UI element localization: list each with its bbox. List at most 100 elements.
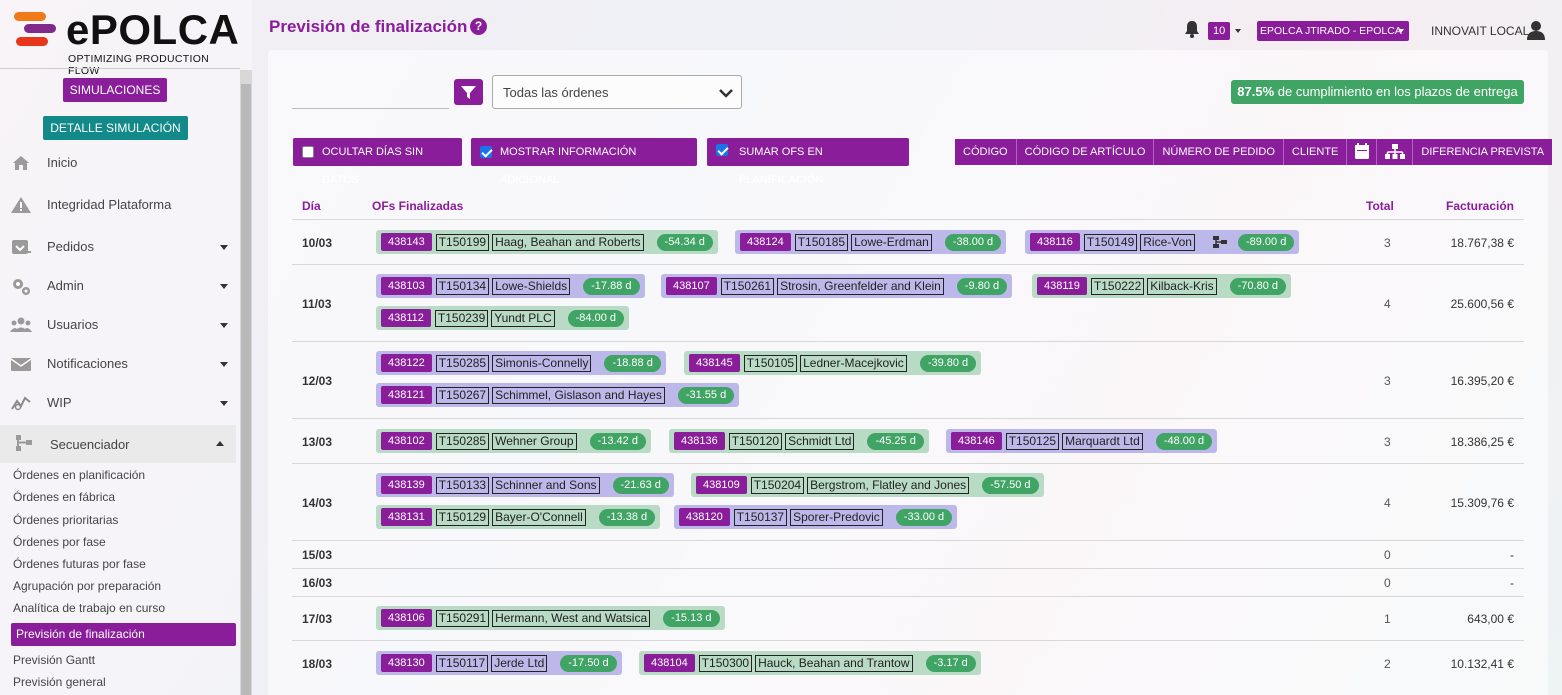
of-chip[interactable]: 438112 T150239 Yundt PLC -84.00 d <box>376 306 630 330</box>
sort-codigo-button[interactable]: CÓDIGO <box>955 139 1017 165</box>
row-day: 10/03 <box>302 236 333 250</box>
checkbox-unchecked[interactable] <box>302 146 314 158</box>
of-code[interactable]: 438107 <box>666 277 717 295</box>
of-code[interactable]: 438112 <box>381 309 431 327</box>
of-article: T150129 <box>435 508 490 526</box>
gears-icon <box>13 279 30 295</box>
of-client: Yundt PLC <box>491 309 555 327</box>
row-facturacion: - <box>1510 576 1514 590</box>
of-code[interactable]: 438136 <box>674 432 725 450</box>
sub-item-ordenes-prioritarias[interactable]: Órdenes prioritarias <box>13 513 118 527</box>
of-chip[interactable]: 438136 T150120 Schmidt Ltd -45.25 d <box>669 429 929 453</box>
of-chip[interactable]: 438103 T150134 Lowe-Shields -17.88 d <box>376 274 645 298</box>
checkbox-checked[interactable] <box>480 146 492 158</box>
sidebar-item-wip[interactable]: WIP <box>0 385 240 421</box>
sort-cliente-button[interactable]: CLIENTE <box>1283 139 1348 165</box>
chevron-down-icon[interactable] <box>1235 29 1241 33</box>
column-header-ofs: OFs Finalizadas <box>372 199 464 213</box>
notification-count-badge[interactable]: 10 <box>1208 22 1231 40</box>
user-icon[interactable] <box>1526 20 1546 40</box>
of-chip[interactable]: 438119 T150222 Kilback-Kris -70.80 d <box>1032 274 1291 298</box>
company-selector[interactable]: EPOLCA JTIRADO - EPOLCA <box>1257 21 1409 41</box>
of-chip[interactable]: 438122 T150285 Simonis-Connelly -18.88 d <box>376 351 666 375</box>
sumar-ofs-checkbox[interactable]: SUMAR OFS EN PLANIFICACIÓN <box>707 138 909 186</box>
ocultar-dias-checkbox[interactable]: OCULTAR DÍAS SIN DATOS <box>293 138 462 186</box>
of-code[interactable]: 438124 <box>740 233 791 251</box>
of-code[interactable]: 438119 <box>1037 277 1087 295</box>
scrollbar-thumb[interactable] <box>241 84 251 695</box>
sidebar-item-notificaciones[interactable]: Notificaciones <box>0 346 240 382</box>
of-code[interactable]: 438116 <box>1030 233 1080 251</box>
of-chip[interactable]: 438145 T150105 Ledner-Macejkovic -39.80 d <box>684 351 982 375</box>
of-code[interactable]: 438103 <box>381 277 432 295</box>
sidebar-scrollbar[interactable] <box>240 70 252 695</box>
sub-item-agrupacion[interactable]: Agrupación por preparación <box>13 579 161 593</box>
of-code[interactable]: 438106 <box>381 609 432 627</box>
row-facturacion: 643,00 € <box>1467 612 1514 626</box>
of-article: T150134 <box>435 277 490 295</box>
sidebar-item-admin[interactable]: Admin <box>0 268 240 304</box>
of-code[interactable]: 438139 <box>381 476 432 494</box>
mostrar-info-checkbox[interactable]: MOSTRAR INFORMACIÓN ADICIONAL <box>471 138 697 186</box>
epolca-logo[interactable]: ePOLCA OPTIMIZING PRODUCTION FLOW <box>10 6 240 77</box>
calendar-icon <box>1355 143 1370 159</box>
of-chip[interactable]: 438120 T150137 Sporer-Predovic -33.00 d <box>674 505 958 529</box>
sidebar-item-usuarios[interactable]: Usuarios <box>0 307 240 343</box>
sort-calendar-button[interactable] <box>1347 139 1378 165</box>
of-code[interactable]: 438130 <box>381 654 432 672</box>
sub-item-prevision-finalizacion[interactable]: Previsión de finalización <box>11 623 236 646</box>
of-code[interactable]: 438120 <box>679 508 730 526</box>
of-client: Rice-Von <box>1140 233 1195 251</box>
orders-select[interactable]: Todas las órdenes <box>492 75 742 109</box>
sub-item-analitica[interactable]: Analítica de trabajo en curso <box>13 601 165 615</box>
of-code[interactable]: 438121 <box>381 386 432 404</box>
detalle-simulacion-button[interactable]: DETALLE SIMULACIÓN <box>43 116 188 140</box>
sidebar-item-secuenciador[interactable]: Secuenciador <box>0 425 236 463</box>
sidebar-item-inicio[interactable]: Inicio <box>0 145 240 181</box>
of-code[interactable]: 438131 <box>381 508 432 526</box>
user-name[interactable]: INNOVAIT LOCAL <box>1431 24 1529 38</box>
sub-item-prevision-general[interactable]: Previsión general <box>13 675 106 689</box>
of-chip[interactable]: 438106 T150291 Hermann, West and Watsica -1… <box>376 606 725 630</box>
sort-hierarchy-button[interactable] <box>1377 139 1414 165</box>
of-chip[interactable]: 438139 T150133 Schinner and Sons -21.63 d <box>376 473 674 497</box>
sub-item-ordenes-fase[interactable]: Órdenes por fase <box>13 535 106 549</box>
sidebar-item-pedidos[interactable]: Pedidos <box>0 229 240 265</box>
of-article: T150239 <box>434 309 489 327</box>
help-icon[interactable]: ? <box>470 18 487 35</box>
of-code[interactable]: 438145 <box>689 354 740 372</box>
of-code[interactable]: 438109 <box>696 476 747 494</box>
of-chip[interactable]: 438130 T150117 Jerde Ltd -17.50 d <box>376 651 622 675</box>
of-chip[interactable]: 438131 T150129 Bayer-O'Connell -13.38 d <box>376 505 661 529</box>
of-chip[interactable]: 438143 T150199 Haag, Beahan and Roberts -54… <box>376 230 718 254</box>
of-code[interactable]: 438104 <box>644 654 695 672</box>
of-code[interactable]: 438102 <box>381 432 432 450</box>
sub-item-ordenes-fabrica[interactable]: Órdenes en fábrica <box>13 490 115 504</box>
sub-item-prevision-gantt[interactable]: Previsión Gantt <box>13 653 95 667</box>
checkbox-checked[interactable] <box>716 144 728 156</box>
of-code[interactable]: 438143 <box>381 233 432 251</box>
of-chip[interactable]: 438102 T150285 Wehner Group -13.42 d <box>376 429 651 453</box>
of-chip[interactable]: 438146 T150125 Marquardt Ltd -48.00 d <box>946 429 1218 453</box>
filter-button[interactable] <box>454 79 483 105</box>
of-chip[interactable]: 438121 T150267 Schimmel, Gislason and Haye… <box>376 383 740 407</box>
sub-item-ordenes-planificacion[interactable]: Órdenes en planificación <box>13 468 145 482</box>
of-chip[interactable]: 438107 T150261 Strosin, Greenfelder and Kl… <box>661 274 1013 298</box>
of-chip[interactable]: 438124 T150185 Lowe-Erdman -38.00 d <box>735 230 1007 254</box>
sub-item-ordenes-futuras[interactable]: Órdenes futuras por fase <box>13 557 146 571</box>
table-row: 15/03 0 - <box>292 540 1524 568</box>
simulaciones-button[interactable]: SIMULACIONES <box>63 78 167 102</box>
of-client: Strosin, Greenfelder and Klein <box>777 277 944 295</box>
of-chip[interactable]: 438116 T150149 Rice-Von -89.00 d <box>1025 230 1300 254</box>
filter-text-input[interactable] <box>292 108 449 109</box>
of-chip[interactable]: 438104 T150300 Hauck, Beahan and Trantow -3… <box>639 651 981 675</box>
of-chip[interactable]: 438109 T150204 Bergstrom, Flatley and Jone… <box>691 473 1044 497</box>
of-days-diff: -17.50 d <box>560 654 617 672</box>
sort-diferencia-button[interactable]: DIFERENCIA PREVISTA <box>1413 139 1553 165</box>
sort-codigo-articulo-button[interactable]: CÓDIGO DE ARTÍCULO <box>1016 139 1155 165</box>
of-code[interactable]: 438146 <box>951 432 1002 450</box>
sort-numero-pedido-button[interactable]: NÚMERO DE PEDIDO <box>1154 139 1284 165</box>
sidebar-item-integridad[interactable]: Integridad Plataforma <box>0 187 240 223</box>
of-code[interactable]: 438122 <box>381 354 432 372</box>
bell-icon[interactable] <box>1183 20 1201 38</box>
